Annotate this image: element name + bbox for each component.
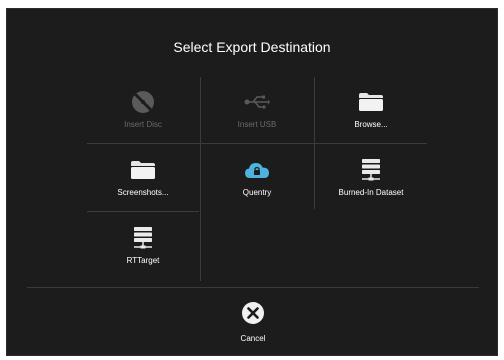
destination-rttarget[interactable]: RTTarget bbox=[87, 213, 199, 279]
destination-screenshots[interactable]: Screenshots... bbox=[87, 145, 199, 211]
destination-grid: Insert Disc Insert USB Browse... Screens… bbox=[87, 77, 427, 281]
grid-divider bbox=[87, 211, 199, 212]
destination-label: Browse... bbox=[354, 120, 388, 129]
destination-label: Insert USB bbox=[237, 120, 277, 129]
footer-divider bbox=[27, 287, 479, 288]
destination-label: RTTarget bbox=[126, 256, 160, 265]
export-destination-dialog: Select Export Destination Insert Disc In… bbox=[6, 8, 498, 356]
dialog-title: Select Export Destination bbox=[173, 39, 331, 55]
destination-insert-disc: Insert Disc bbox=[87, 77, 199, 143]
destination-quentry[interactable]: Quentry bbox=[201, 145, 313, 211]
destination-insert-usb: Insert USB bbox=[201, 77, 313, 143]
cancel-button[interactable]: Cancel bbox=[223, 301, 283, 345]
server-icon bbox=[360, 157, 382, 183]
destination-label: Burned-In Dataset bbox=[338, 188, 404, 197]
destination-label: Screenshots... bbox=[117, 188, 169, 197]
disc-icon bbox=[131, 89, 155, 115]
grid-divider bbox=[87, 143, 427, 144]
server-icon bbox=[132, 225, 154, 251]
destination-burned-in-dataset[interactable]: Burned-In Dataset bbox=[315, 145, 427, 211]
usb-icon bbox=[244, 89, 270, 115]
folder-icon bbox=[358, 89, 384, 115]
folder-icon bbox=[130, 157, 156, 183]
destination-label: Quentry bbox=[242, 188, 272, 197]
destination-browse[interactable]: Browse... bbox=[315, 77, 427, 143]
cloud-lock-icon bbox=[244, 157, 270, 183]
close-circle-icon bbox=[241, 301, 265, 330]
cancel-label: Cancel bbox=[240, 334, 266, 343]
destination-label: Insert Disc bbox=[124, 120, 162, 129]
